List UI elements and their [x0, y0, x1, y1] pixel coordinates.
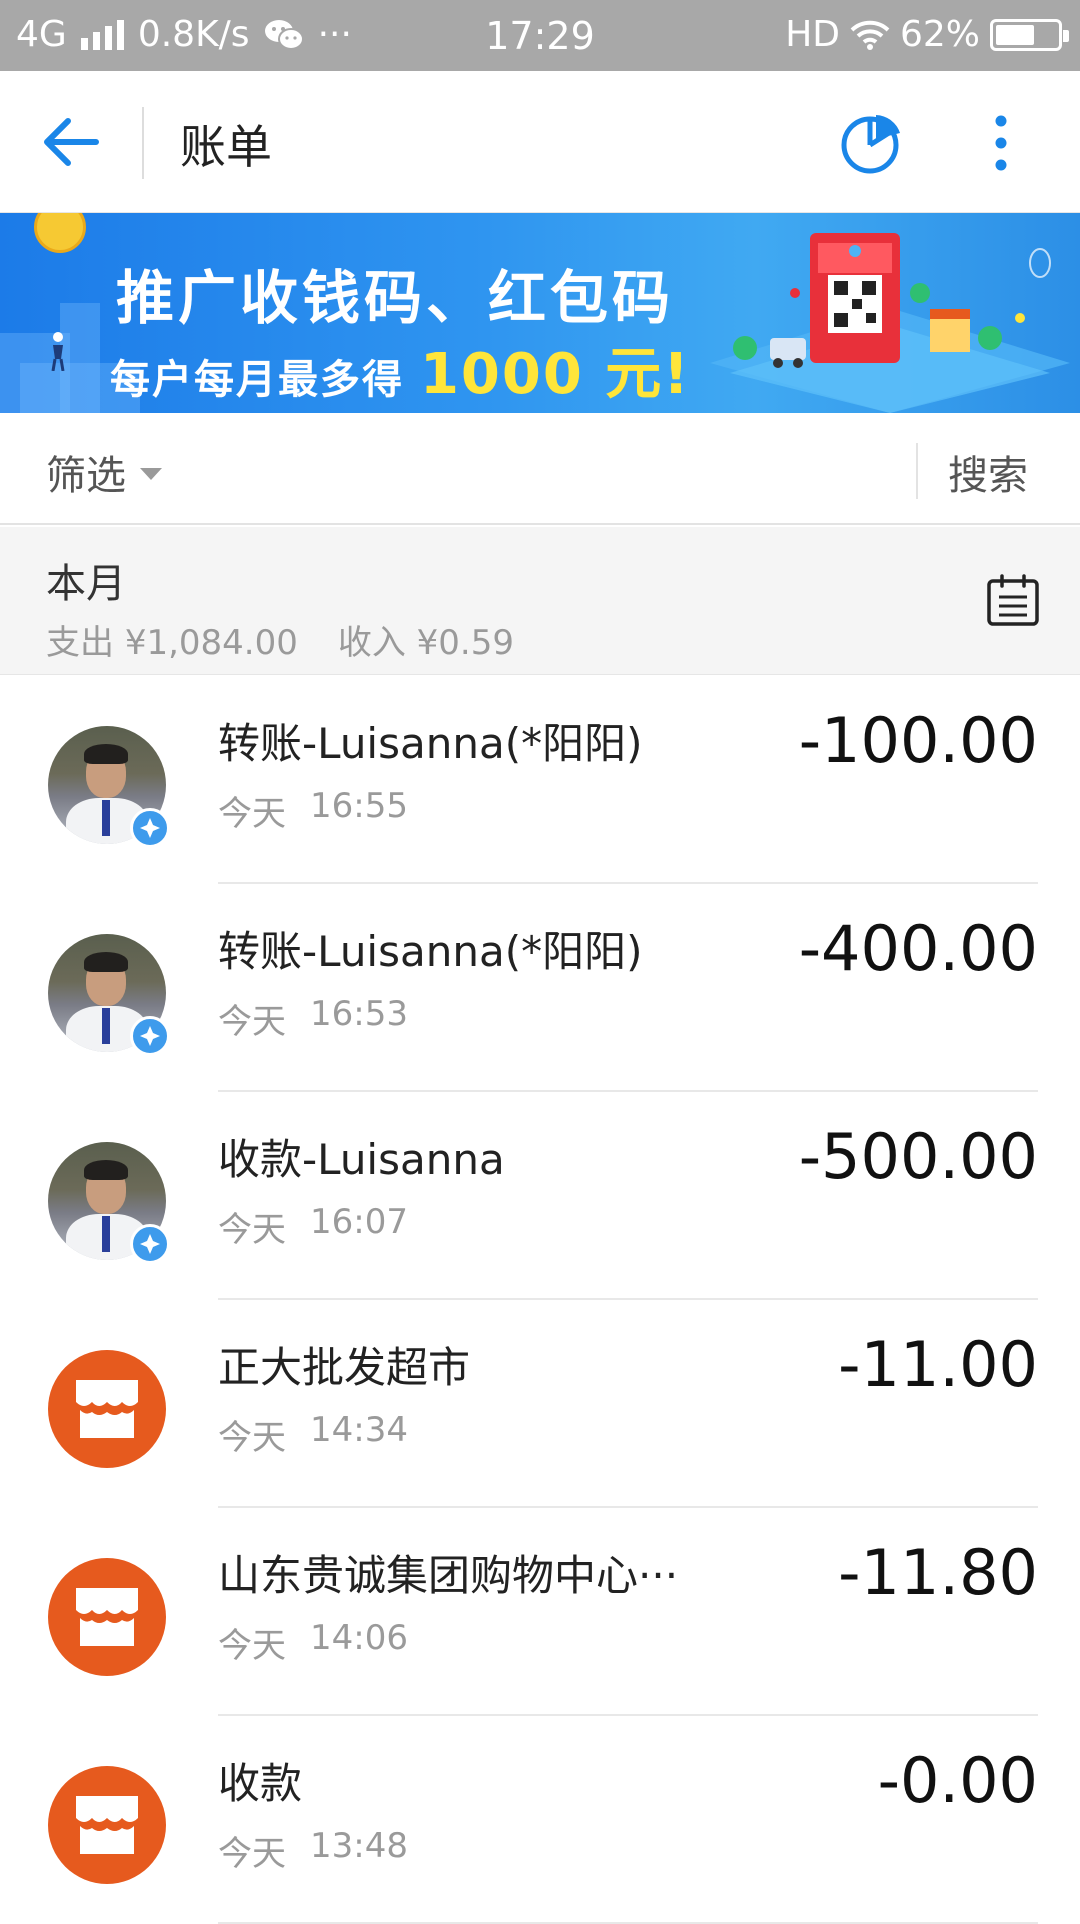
banner-amount: 1000 元!	[419, 342, 691, 407]
person-figure-icon	[51, 332, 65, 371]
transaction-row[interactable]: 转账-Luisanna(*阳阳) 今天 16:53 -400.00	[0, 884, 1080, 1092]
transaction-amount: -11.80	[838, 1536, 1038, 1609]
transaction-clock: 16:07	[310, 1202, 408, 1242]
contact-avatar	[48, 726, 170, 848]
search-button[interactable]: 搜索	[948, 443, 1028, 501]
transaction-day: 今天	[218, 1210, 286, 1250]
battery-percent: 62%	[899, 14, 980, 55]
transaction-day: 今天	[218, 1626, 286, 1666]
nav-divider	[142, 107, 144, 179]
store-avatar	[48, 1766, 166, 1884]
expense-total: 支出 ¥1,084.00	[46, 615, 298, 664]
transaction-time: 今天 14:34	[218, 1410, 408, 1459]
page-title: 账单	[180, 120, 272, 174]
store-icon	[48, 1766, 166, 1884]
transaction-name: 山东贵诚集团购物中心···	[218, 1551, 679, 1600]
pie-chart-icon[interactable]	[840, 111, 904, 175]
verified-badge-icon	[130, 808, 170, 848]
transaction-row[interactable]: 正大批发超市今天 14:34 -11.00	[0, 1300, 1080, 1508]
store-icon	[48, 1558, 166, 1676]
transaction-time: 今天 13:48	[218, 1826, 408, 1875]
income-label: 收入	[337, 623, 406, 663]
month-summary-header: 本月 支出 ¥1,084.00 收入 ¥0.59	[0, 527, 1080, 675]
filter-bar: 筛选 搜索	[0, 413, 1080, 525]
transaction-name: 收款-Luisanna	[218, 1135, 505, 1184]
promo-banner[interactable]: 推广收钱码、红包码 每户每月最多得 1000 元!	[0, 213, 1080, 413]
contact-avatar	[48, 1142, 170, 1264]
transaction-name: 转账-Luisanna(*阳阳)	[218, 927, 643, 976]
store-icon	[48, 1350, 166, 1468]
transaction-clock: 13:48	[310, 1826, 408, 1866]
transaction-row[interactable]: 收款-Luisanna 今天 16:07 -500.00	[0, 1092, 1080, 1300]
transaction-name: 正大批发超市	[218, 1343, 471, 1392]
transaction-time: 今天 14:06	[218, 1618, 408, 1667]
transaction-name: 转账-Luisanna(*阳阳)	[218, 719, 643, 768]
status-bar: 4G 0.8K/s ··· 17:29 HD 62%	[0, 0, 1080, 71]
banner-headline: 推广收钱码、红包码	[116, 264, 675, 332]
transaction-day: 今天	[218, 1002, 286, 1042]
store-avatar	[48, 1558, 166, 1676]
verified-badge-icon	[130, 1224, 170, 1264]
expense-value: ¥1,084.00	[124, 623, 298, 663]
battery-icon	[990, 18, 1069, 51]
transaction-amount: -500.00	[798, 1120, 1038, 1193]
banner-subline-text: 每户每月最多得	[110, 357, 404, 403]
transaction-day: 今天	[218, 794, 286, 834]
nav-bar: 账单	[0, 71, 1080, 213]
month-title: 本月	[46, 561, 126, 607]
month-totals: 支出 ¥1,084.00 收入 ¥0.59	[46, 615, 514, 664]
transaction-row[interactable]: 转账-Luisanna(*阳阳) 今天 16:55 -100.00	[0, 676, 1080, 884]
transaction-time: 今天 16:55	[218, 786, 408, 835]
transaction-list: 转账-Luisanna(*阳阳) 今天 16:55 -100.00 转账-Luisann…	[0, 676, 1080, 1924]
filter-label: 筛选	[46, 453, 126, 499]
store-avatar	[48, 1350, 166, 1468]
coin-icon	[34, 213, 86, 253]
expense-label: 支出	[46, 623, 114, 663]
filter-dropdown[interactable]: 筛选	[46, 443, 162, 501]
calendar-icon[interactable]	[986, 573, 1040, 627]
transaction-amount: -400.00	[798, 912, 1038, 985]
city-illustration	[710, 233, 1070, 413]
transaction-clock: 14:06	[310, 1618, 408, 1658]
dropdown-triangle-icon	[140, 468, 162, 480]
transaction-clock: 16:53	[310, 994, 408, 1034]
contact-avatar	[48, 934, 170, 1056]
verified-badge-icon	[130, 1016, 170, 1056]
transaction-name: 收款	[218, 1759, 303, 1808]
transaction-row[interactable]: 山东贵诚集团购物中心··· 今天 14:06 -11.80	[0, 1508, 1080, 1716]
wifi-icon	[850, 20, 890, 50]
back-arrow-icon[interactable]	[40, 115, 100, 169]
transaction-amount: -0.00	[877, 1744, 1038, 1817]
income-value: ¥0.59	[416, 623, 515, 663]
transaction-clock: 14:34	[310, 1410, 408, 1450]
transaction-row[interactable]: 收款今天 13:48 -0.00	[0, 1716, 1080, 1924]
transaction-time: 今天 16:07	[218, 1202, 408, 1251]
transaction-clock: 16:55	[310, 786, 408, 826]
hd-indicator: HD	[785, 14, 840, 55]
transaction-amount: -100.00	[798, 704, 1038, 777]
transaction-amount: -11.00	[838, 1328, 1038, 1401]
transaction-day: 今天	[218, 1418, 286, 1458]
more-vertical-icon[interactable]	[986, 111, 1016, 175]
status-right: HD 62%	[785, 14, 1069, 55]
transaction-time: 今天 16:53	[218, 994, 408, 1043]
transaction-day: 今天	[218, 1834, 286, 1874]
filter-divider	[916, 443, 918, 499]
income-total: 收入 ¥0.59	[338, 615, 514, 664]
banner-subline: 每户每月最多得 1000 元!	[110, 329, 691, 410]
